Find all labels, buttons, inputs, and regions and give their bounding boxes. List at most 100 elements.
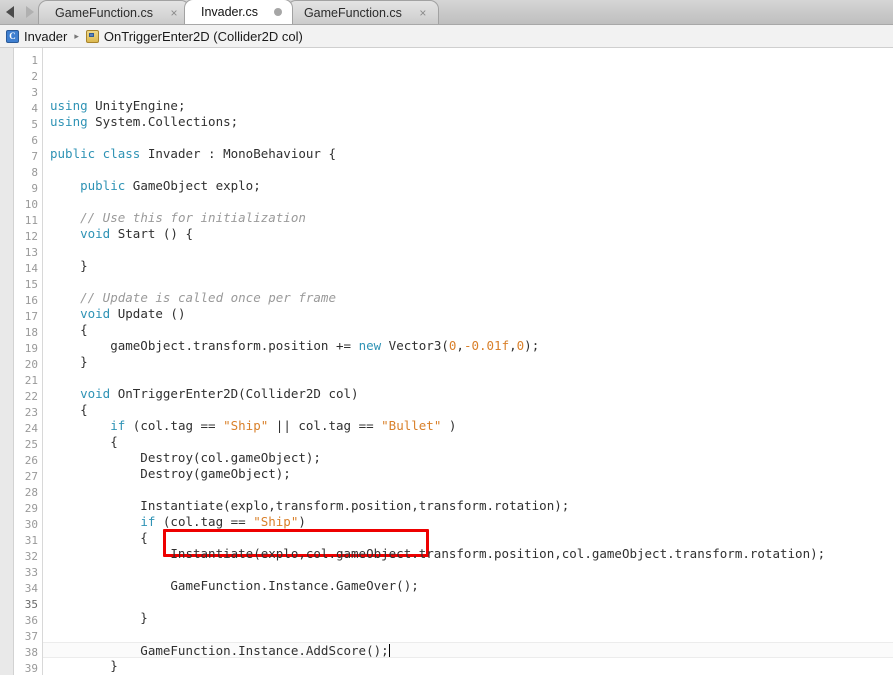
code-line[interactable] xyxy=(43,162,893,178)
tab-bar-empty-area xyxy=(432,0,893,24)
code-token-pln: , xyxy=(456,338,464,353)
line-number: 21 xyxy=(24,374,38,387)
line-number: 16 xyxy=(24,294,38,307)
code-token-pln: ); xyxy=(524,338,540,353)
breadcrumb-separator-icon: ▸ xyxy=(74,30,79,41)
code-line[interactable]: { xyxy=(43,402,893,418)
code-line[interactable]: // Update is called once per frame xyxy=(43,290,893,306)
code-line[interactable]: using UnityEngine; xyxy=(43,98,893,114)
line-number: 31 xyxy=(24,534,38,547)
code-line[interactable]: void OnTriggerEnter2D(Collider2D col) xyxy=(43,386,893,402)
code-token-pln: ) xyxy=(441,418,457,433)
editor-tab[interactable]: GameFunction.cs × xyxy=(286,0,439,24)
tab-navigation-arrows xyxy=(0,0,38,24)
code-line[interactable]: } xyxy=(43,258,893,274)
tab-close-icon[interactable]: × xyxy=(169,7,179,19)
code-line[interactable] xyxy=(43,594,893,610)
code-token-kw: if xyxy=(140,514,163,529)
code-line[interactable]: Instantiate(explo,transform.position,tra… xyxy=(43,498,893,514)
method-icon xyxy=(85,29,99,43)
code-token-kw: public class xyxy=(50,146,148,161)
line-number: 25 xyxy=(24,438,38,451)
line-number: 7 xyxy=(31,150,38,163)
code-token-kw: public xyxy=(80,178,133,193)
editor-tab-label: GameFunction.cs xyxy=(55,5,153,20)
line-number: 1 xyxy=(31,54,38,67)
editor-tab[interactable]: Invader.cs xyxy=(183,0,293,24)
code-token-pln: } xyxy=(50,610,148,625)
code-line[interactable]: public GameObject explo; xyxy=(43,178,893,194)
code-line[interactable]: { xyxy=(43,322,893,338)
code-token-cmt: // Update is called once per frame xyxy=(80,290,336,305)
code-token-pln: Vector3( xyxy=(388,338,449,353)
editor-marker-strip[interactable] xyxy=(0,48,14,675)
code-line[interactable]: GameFunction.Instance.GameOver(); xyxy=(43,578,893,594)
code-token-pln xyxy=(50,226,80,241)
line-number: 38 xyxy=(24,646,38,659)
code-token-pln: Update () xyxy=(117,306,186,321)
code-token-pln: System.Collections; xyxy=(95,114,239,129)
line-number: 19 xyxy=(24,342,38,355)
code-token-pln xyxy=(50,306,80,321)
breadcrumb-member-name[interactable]: OnTriggerEnter2D (Collider2D col) xyxy=(104,29,303,44)
code-line[interactable]: } xyxy=(43,658,893,674)
csharp-class-icon: C xyxy=(6,29,19,43)
code-token-pln: GameFunction.Instance.GameOver(); xyxy=(50,578,419,593)
code-token-pln: { xyxy=(50,322,88,337)
tab-modified-dot-icon[interactable] xyxy=(273,8,282,16)
code-line[interactable] xyxy=(43,274,893,290)
code-token-kw: void xyxy=(80,386,118,401)
code-line[interactable] xyxy=(43,194,893,210)
line-number: 26 xyxy=(24,454,38,467)
code-editor[interactable]: 1 2 3 4 5 6 7 8 9 10 11 12 13 14 15 16 17 18 19 20 21 22 23 24 2… xyxy=(0,48,893,675)
nav-back-arrow-icon[interactable] xyxy=(6,5,14,18)
code-token-pln xyxy=(50,178,80,193)
code-line[interactable]: // Use this for initialization xyxy=(43,210,893,226)
editor-tab[interactable]: GameFunction.cs × xyxy=(38,0,190,24)
line-number: 37 xyxy=(24,630,38,643)
code-token-num: -0.01f xyxy=(463,338,510,353)
tab-close-icon[interactable]: × xyxy=(418,7,428,19)
line-number: 11 xyxy=(24,214,38,227)
line-number: 36 xyxy=(24,614,38,627)
code-token-pln xyxy=(50,386,80,401)
line-number-gutter: 1 2 3 4 5 6 7 8 9 10 11 12 13 14 15 16 17 18 19 20 21 22 23 24 2… xyxy=(14,48,43,675)
code-token-str: "Bullet" xyxy=(381,418,442,433)
line-number: 9 xyxy=(31,182,38,195)
code-line[interactable]: } xyxy=(43,354,893,370)
code-line[interactable]: Destroy(gameObject); xyxy=(43,466,893,482)
code-line[interactable]: void Start () { xyxy=(43,226,893,242)
breadcrumb-class-name[interactable]: Invader xyxy=(24,29,67,44)
code-line[interactable] xyxy=(43,242,893,258)
line-number: 22 xyxy=(24,390,38,403)
code-line[interactable]: void Update () xyxy=(43,306,893,322)
code-token-pln: } xyxy=(50,658,118,673)
code-line[interactable]: GameFunction.Instance.AddScore(); xyxy=(43,642,893,658)
line-number: 17 xyxy=(24,310,38,323)
code-line[interactable] xyxy=(43,130,893,146)
code-line[interactable] xyxy=(43,562,893,578)
code-line[interactable]: gameObject.transform.position += new Vec… xyxy=(43,338,893,354)
code-token-pln: Instantiate(explo,transform.position,tra… xyxy=(50,498,570,513)
code-line[interactable] xyxy=(43,482,893,498)
code-area[interactable]: using UnityEngine; using System.Collectio… xyxy=(43,48,893,675)
code-line[interactable]: if (col.tag == "Ship" || col.tag == "Bul… xyxy=(43,418,893,434)
text-cursor xyxy=(388,644,390,657)
code-line[interactable]: using System.Collections; xyxy=(43,114,893,130)
code-line[interactable] xyxy=(43,626,893,642)
nav-forward-arrow-icon[interactable] xyxy=(26,5,34,18)
code-line[interactable]: if (col.tag == "Ship") xyxy=(43,514,893,530)
code-line[interactable]: { xyxy=(43,530,893,546)
code-token-pln: GameFunction.Instance.AddScore(); xyxy=(50,643,389,658)
line-number: 33 xyxy=(24,566,38,579)
line-number: 13 xyxy=(24,246,38,259)
code-line[interactable]: Instantiate(explo,col.gameObject.transfo… xyxy=(43,546,893,562)
code-line[interactable] xyxy=(43,370,893,386)
line-number: 20 xyxy=(24,358,38,371)
line-number: 35 xyxy=(24,598,38,611)
code-line[interactable]: { xyxy=(43,434,893,450)
code-line[interactable]: } xyxy=(43,610,893,626)
code-line[interactable]: Destroy(col.gameObject); xyxy=(43,450,893,466)
code-token-kw: void xyxy=(80,306,118,321)
code-line[interactable]: public class Invader : MonoBehaviour { xyxy=(43,146,893,162)
